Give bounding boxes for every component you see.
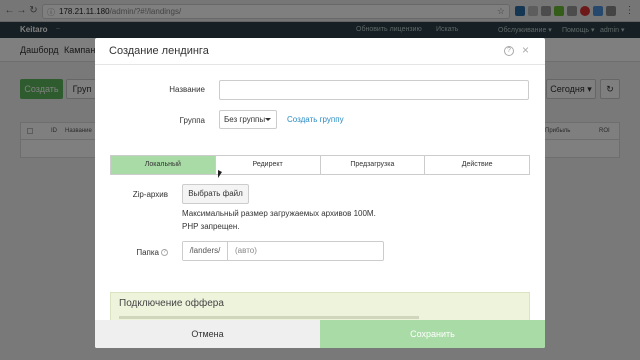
landing-type-tabs: Локальный Редирект Предзагрузка Действие xyxy=(110,155,530,175)
php-note: PHP запрещен. xyxy=(182,222,240,231)
cancel-button[interactable]: Отмена xyxy=(95,320,320,348)
zip-label: Zip-архив xyxy=(132,190,168,199)
choose-file-button[interactable]: Выбрать файл xyxy=(182,184,249,204)
modal-title: Создание лендинга xyxy=(109,45,209,57)
name-input[interactable] xyxy=(219,80,529,100)
caret-down-icon xyxy=(265,118,271,121)
save-button[interactable]: Сохранить xyxy=(320,320,545,348)
tab-action[interactable]: Действие xyxy=(425,156,529,174)
group-select[interactable]: Без группы xyxy=(219,110,277,129)
group-label: Группа xyxy=(179,116,205,125)
close-icon[interactable]: × xyxy=(522,43,529,57)
modal-footer: Отмена Сохранить xyxy=(95,320,545,348)
folder-input[interactable]: (авто) xyxy=(235,242,257,260)
upload-size-note: Максимальный размер загружаемых архивов … xyxy=(182,209,376,218)
group-select-value: Без группы xyxy=(224,115,266,124)
modal-header: Создание лендинга ? × xyxy=(95,38,545,65)
tab-local[interactable]: Локальный xyxy=(111,156,216,174)
mouse-cursor xyxy=(218,170,222,178)
question-icon[interactable]: ? xyxy=(161,249,168,256)
name-label: Название xyxy=(169,85,205,94)
create-landing-modal: Создание лендинга ? × Название Группа Бе… xyxy=(95,38,545,348)
help-icon[interactable]: ? xyxy=(504,46,514,56)
folder-label: Папка xyxy=(136,248,159,257)
tab-redirect[interactable]: Редирект xyxy=(215,156,321,174)
folder-prefix: /landers/ xyxy=(183,242,228,260)
folder-input-group: /landers/ (авто) xyxy=(182,241,384,261)
create-group-link[interactable]: Создать группу xyxy=(287,115,344,124)
offer-section-title: Подключение оффера xyxy=(119,298,224,309)
tab-preload[interactable]: Предзагрузка xyxy=(320,156,426,174)
offer-section-text xyxy=(119,316,419,319)
